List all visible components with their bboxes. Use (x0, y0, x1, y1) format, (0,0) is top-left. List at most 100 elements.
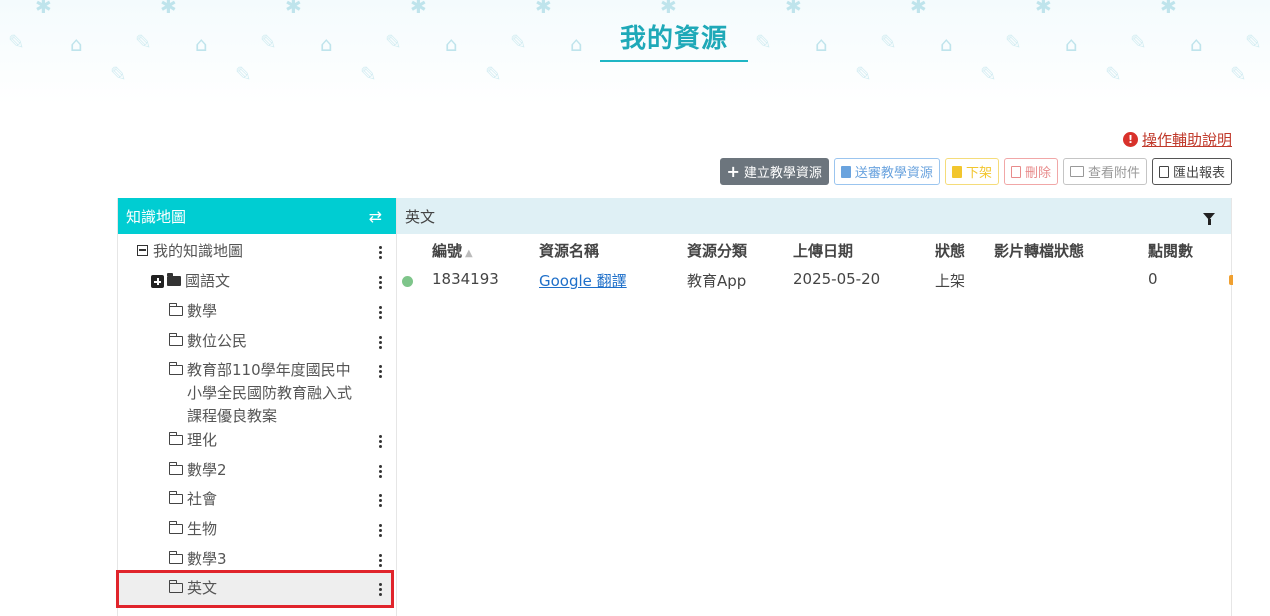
graduation-cap-icon: ⌂ (320, 32, 333, 56)
lightbulb-icon: ✱ (785, 0, 802, 18)
graduation-cap-icon: ⌂ (1190, 32, 1203, 56)
more-options-icon[interactable] (379, 465, 383, 478)
column-header-views[interactable]: 點閱數 (1148, 240, 1193, 261)
more-options-icon[interactable] (379, 494, 383, 507)
column-header-date[interactable]: 上傳日期 (793, 240, 853, 261)
more-options-icon[interactable] (379, 583, 383, 596)
help-link-label: 操作輔助說明 (1141, 131, 1232, 149)
tree-node-digital-citizen[interactable]: 數位公民 (118, 330, 397, 353)
pencil-icon: ✎ (485, 62, 502, 86)
pencil-icon: ✎ (1005, 30, 1022, 54)
more-options-icon[interactable] (379, 435, 383, 448)
pencil-icon: ✎ (855, 62, 872, 86)
cell-views: 0 (1148, 270, 1158, 288)
tree-node-english[interactable]: 英文 (118, 577, 397, 600)
tree-node-defense-education[interactable]: 教育部110學年度國民中 小學全民國防教育融入式 課程優良教案 (118, 359, 397, 428)
delete-label: 刪除 (1024, 166, 1051, 181)
more-options-icon[interactable] (379, 554, 383, 567)
tree-node-label: 數學2 (187, 461, 227, 479)
graduation-cap-icon: ⌂ (940, 32, 953, 56)
file-download-icon (951, 165, 962, 178)
tree-node-chinese[interactable]: 國語文 (118, 270, 397, 293)
column-header-video-status[interactable]: 影片轉檔狀態 (994, 240, 1084, 261)
pencil-icon: ✎ (980, 62, 997, 86)
tree-node-label: 生物 (187, 520, 218, 538)
folder-open-icon (168, 333, 183, 346)
expand-icon[interactable] (151, 275, 164, 288)
help-link[interactable]: ! 操作輔助說明 (1122, 129, 1232, 150)
title-underline (600, 60, 748, 62)
graduation-cap-icon: ⌂ (445, 32, 458, 56)
view-attachment-button[interactable]: 查看附件 (1062, 158, 1147, 185)
create-resource-button[interactable]: + 建立教學資源 (719, 158, 829, 185)
tree-node-math[interactable]: 數學 (118, 300, 397, 323)
pencil-icon: ✎ (235, 62, 252, 86)
export-report-label: 匯出報表 (1172, 166, 1225, 181)
pencil-icon: ✎ (1230, 62, 1247, 86)
lightbulb-icon: ✱ (660, 0, 677, 18)
lightbulb-icon: ✱ (160, 0, 177, 18)
column-header-status[interactable]: 狀態 (935, 240, 965, 261)
pencil-icon: ✎ (135, 30, 152, 54)
tree-node-physics[interactable]: 理化 (118, 429, 397, 452)
tree-node-label: 我的知識地圖 (153, 242, 244, 260)
action-button-edge[interactable] (1229, 275, 1233, 285)
more-options-icon[interactable] (379, 276, 383, 289)
folder-open-icon (168, 303, 183, 316)
tree-node-label-line: 小學全民國防教育融入式 (187, 384, 353, 402)
folder-open-icon (168, 362, 183, 375)
folder-open-icon (168, 580, 183, 593)
export-report-button[interactable]: 匯出報表 (1151, 158, 1232, 185)
folder-icon (167, 273, 181, 286)
tree-node-math3[interactable]: 數學3 (118, 548, 397, 571)
tree-node-label: 數學3 (187, 550, 227, 568)
column-header-category[interactable]: 資源分類 (687, 240, 747, 261)
more-options-icon[interactable] (379, 246, 383, 259)
lightbulb-icon: ✱ (35, 0, 52, 18)
column-header-id[interactable]: 編號 ▲ (432, 240, 473, 261)
trash-icon (1010, 165, 1021, 178)
lightbulb-icon: ✱ (910, 0, 927, 18)
column-header-name[interactable]: 資源名稱 (539, 240, 599, 261)
status-indicator (402, 276, 413, 287)
pencil-icon: ✎ (1105, 62, 1122, 86)
tree-node-label: 數位公民 (187, 332, 248, 350)
pencil-icon: ✎ (8, 30, 25, 54)
take-offline-label: 下架 (965, 166, 992, 181)
pencil-icon: ✎ (385, 30, 402, 54)
current-folder-title: 英文 (405, 207, 436, 226)
pencil-icon: ✎ (260, 30, 277, 54)
resource-list-panel: 英文 編號 ▲ 資源名稱 資源分類 上傳日期 狀態 影片轉檔狀態 點閱數 1834… (396, 198, 1233, 616)
more-options-icon[interactable] (379, 365, 383, 378)
graduation-cap-icon: ⌂ (815, 32, 828, 56)
lightbulb-icon: ✱ (535, 0, 552, 18)
take-offline-button[interactable]: 下架 (944, 158, 999, 185)
submit-review-button[interactable]: 送審教學資源 (833, 158, 940, 185)
view-attachment-label: 查看附件 (1087, 166, 1140, 181)
tree-node-biology[interactable]: 生物 (118, 518, 397, 541)
filter-icon[interactable] (1203, 212, 1215, 225)
lightbulb-icon: ✱ (285, 0, 302, 18)
create-resource-label: 建立教學資源 (743, 166, 822, 181)
folder-open-icon (168, 432, 183, 445)
tree-node-math2[interactable]: 數學2 (118, 459, 397, 482)
plus-icon: + (726, 162, 740, 181)
tree-node-label: 理化 (187, 431, 218, 449)
cell-id: 1834193 (432, 270, 499, 288)
tree-node-root[interactable]: 我的知識地圖 (118, 240, 397, 263)
tree-node-label: 社會 (187, 490, 218, 508)
more-options-icon[interactable] (379, 306, 383, 319)
delete-button[interactable]: 刪除 (1003, 158, 1058, 185)
tree-node-label: 英文 (187, 579, 218, 597)
more-options-icon[interactable] (379, 336, 383, 349)
resource-name-link[interactable]: Google 翻譯 (539, 270, 627, 291)
more-options-icon[interactable] (379, 524, 383, 537)
pencil-icon: ✎ (880, 30, 897, 54)
swap-arrows-icon[interactable]: ⇄ (369, 207, 382, 226)
collapse-icon[interactable] (137, 245, 148, 256)
folder-open-icon (168, 462, 183, 475)
column-header-label: 編號 (432, 242, 463, 260)
pencil-icon: ✎ (755, 30, 772, 54)
tree-node-social[interactable]: 社會 (118, 488, 397, 511)
pencil-icon: ✎ (1130, 30, 1147, 54)
